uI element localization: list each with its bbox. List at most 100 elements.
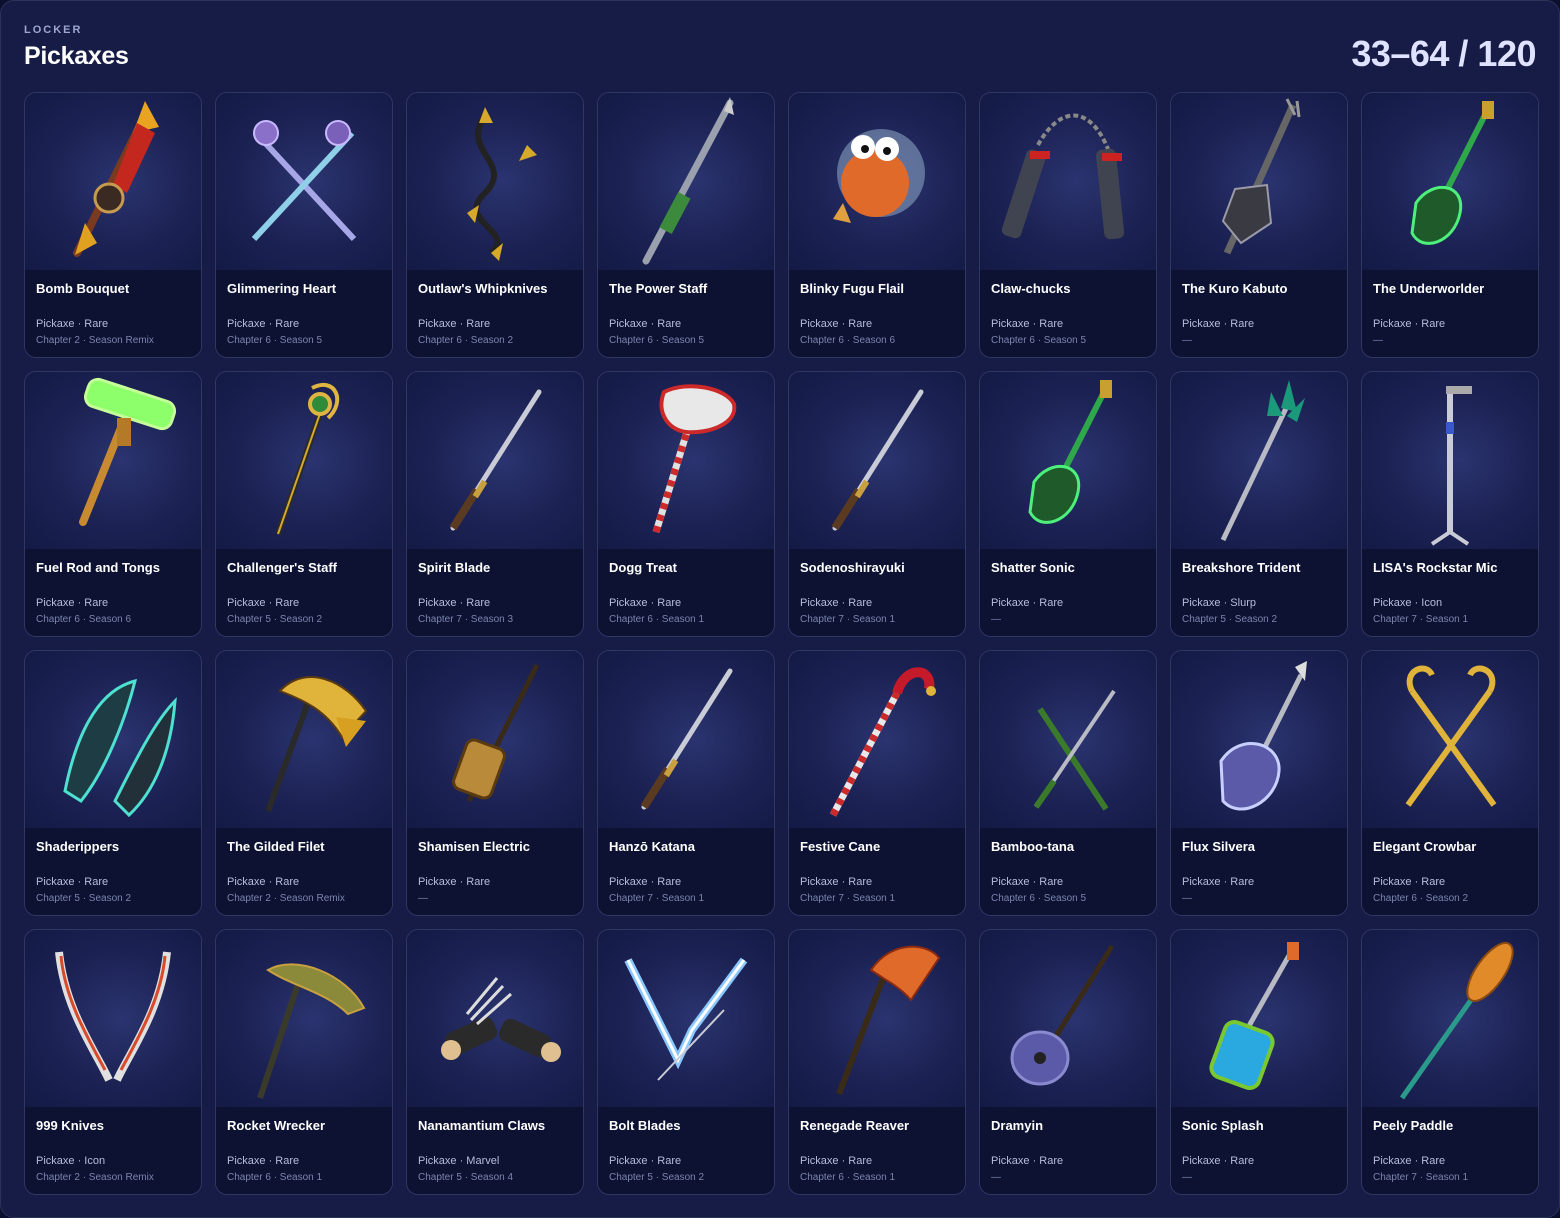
item-chapter: Chapter 7 · Season 1 xyxy=(800,614,896,625)
item-card[interactable]: Shaderippers Pickaxe · Rare Chapter 5 · Se… xyxy=(24,650,202,916)
item-name: Bomb Bouquet xyxy=(36,281,130,296)
item-type: Pickaxe · Icon xyxy=(1373,597,1443,609)
item-chapter: Chapter 2 · Season Remix xyxy=(36,1172,154,1183)
green-guitar-icon xyxy=(1362,93,1538,270)
lightning-blades-icon xyxy=(598,930,774,1107)
item-card[interactable]: Fuel Rod and Tongs Pickaxe · Rare Chapter … xyxy=(24,371,202,637)
mic-stand-icon xyxy=(1362,372,1538,549)
item-card[interactable]: Shatter Sonic Pickaxe · Rare — xyxy=(979,371,1157,637)
rocket-axe-icon xyxy=(216,930,392,1107)
item-type: Pickaxe · Rare xyxy=(36,876,109,888)
item-card[interactable]: Elegant Crowbar Pickaxe · Rare Chapter 6 ·… xyxy=(1361,650,1539,916)
item-type: Pickaxe · Rare xyxy=(991,597,1064,609)
item-info: The Power Staff Pickaxe · Rare Chapter 6 ·… xyxy=(598,270,774,357)
item-chapter: Chapter 7 · Season 1 xyxy=(800,893,896,904)
item-card[interactable]: Bamboo-tana Pickaxe · Rare Chapter 6 · Sea… xyxy=(979,650,1157,916)
item-info: Elegant Crowbar Pickaxe · Rare Chapter 6 ·… xyxy=(1362,828,1538,915)
item-card[interactable]: The Gilded Filet Pickaxe · Rare Chapter 2 … xyxy=(215,650,393,916)
item-name: Shamisen Electric xyxy=(418,839,530,854)
item-card[interactable]: Bomb Bouquet Pickaxe · Rare Chapter 2 · Se… xyxy=(24,92,202,358)
item-card[interactable]: Glimmering Heart Pickaxe · Rare Chapter 6 … xyxy=(215,92,393,358)
item-type: Pickaxe · Rare xyxy=(609,597,682,609)
item-grid: Bomb Bouquet Pickaxe · Rare Chapter 2 · Se… xyxy=(24,92,1539,1195)
item-card[interactable]: The Kuro Kabuto Pickaxe · Rare — xyxy=(1170,92,1348,358)
item-card[interactable]: Sonic Splash Pickaxe · Rare — xyxy=(1170,929,1348,1195)
guitar-icon xyxy=(1171,93,1347,270)
item-card[interactable]: Sodenoshirayuki Pickaxe · Rare Chapter 7 ·… xyxy=(788,371,966,637)
item-card[interactable]: Bolt Blades Pickaxe · Rare Chapter 5 · Sea… xyxy=(597,929,775,1195)
item-info: Flux Silvera Pickaxe · Rare — xyxy=(1171,828,1347,915)
item-info: Peely Paddle Pickaxe · Rare Chapter 7 · Se… xyxy=(1362,1107,1538,1194)
item-card[interactable]: Festive Cane Pickaxe · Rare Chapter 7 · Se… xyxy=(788,650,966,916)
item-info: Fuel Rod and Tongs Pickaxe · Rare Chapter … xyxy=(25,549,201,636)
item-chapter: Chapter 5 · Season 2 xyxy=(227,614,323,625)
item-type: Pickaxe · Icon xyxy=(36,1155,106,1167)
item-name: Sodenoshirayuki xyxy=(800,560,905,575)
item-name: Renegade Reaver xyxy=(800,1118,910,1133)
trident-icon xyxy=(1171,372,1347,549)
item-card[interactable]: Rocket Wrecker Pickaxe · Rare Chapter 6 · … xyxy=(215,929,393,1195)
item-info: 999 Knives Pickaxe · Icon Chapter 2 · Seas… xyxy=(25,1107,201,1194)
item-card[interactable]: Shamisen Electric Pickaxe · Rare — xyxy=(406,650,584,916)
item-card[interactable]: The Power Staff Pickaxe · Rare Chapter 6 ·… xyxy=(597,92,775,358)
item-card[interactable]: Renegade Reaver Pickaxe · Rare Chapter 6 ·… xyxy=(788,929,966,1195)
item-card[interactable]: Breakshore Trident Pickaxe · Slurp Chapter… xyxy=(1170,371,1348,637)
item-card[interactable]: Flux Silvera Pickaxe · Rare — xyxy=(1170,650,1348,916)
item-card[interactable]: Dogg Treat Pickaxe · Rare Chapter 6 · Seas… xyxy=(597,371,775,637)
item-type: Pickaxe · Rare xyxy=(227,597,300,609)
item-type: Pickaxe · Rare xyxy=(418,318,491,330)
item-chapter: Chapter 5 · Season 4 xyxy=(418,1172,514,1183)
item-chapter: — xyxy=(991,614,1001,625)
pufferfish-icon xyxy=(789,93,965,270)
item-name: Glimmering Heart xyxy=(227,281,337,296)
item-chapter: Chapter 6 · Season 5 xyxy=(991,335,1087,346)
item-card[interactable]: Nanamantium Claws Pickaxe · Marvel Chapter… xyxy=(406,929,584,1195)
item-type: Pickaxe · Rare xyxy=(227,876,300,888)
item-type: Pickaxe · Rare xyxy=(1373,876,1446,888)
item-type: Pickaxe · Rare xyxy=(991,1155,1064,1167)
item-info: Bomb Bouquet Pickaxe · Rare Chapter 2 · Se… xyxy=(25,270,201,357)
item-card[interactable]: LISA's Rockstar Mic Pickaxe · Icon Chapter… xyxy=(1361,371,1539,637)
crowbars-icon xyxy=(1362,651,1538,828)
claws-icon xyxy=(407,930,583,1107)
curved-knives-icon xyxy=(25,930,201,1107)
item-info: Claw-chucks Pickaxe · Rare Chapter 6 · Sea… xyxy=(980,270,1156,357)
item-chapter: Chapter 6 · Season 6 xyxy=(36,614,132,625)
gold-staff-icon xyxy=(216,372,392,549)
item-chapter: — xyxy=(1182,335,1192,346)
item-chapter: — xyxy=(991,1172,1001,1183)
item-info: Renegade Reaver Pickaxe · Rare Chapter 6 ·… xyxy=(789,1107,965,1194)
item-card[interactable]: Blinky Fugu Flail Pickaxe · Rare Chapter 6… xyxy=(788,92,966,358)
item-name: LISA's Rockstar Mic xyxy=(1373,560,1498,575)
locker-panel: LOCKER Pickaxes 33–64 / 120 Bomb Bouquet… xyxy=(0,0,1560,1218)
item-info: LISA's Rockstar Mic Pickaxe · Icon Chapter… xyxy=(1362,549,1538,636)
item-card[interactable]: Peely Paddle Pickaxe · Rare Chapter 7 · Se… xyxy=(1361,929,1539,1195)
item-type: Pickaxe · Rare xyxy=(800,876,873,888)
item-card[interactable]: Claw-chucks Pickaxe · Rare Chapter 6 · Sea… xyxy=(979,92,1157,358)
item-card[interactable]: Dramyin Pickaxe · Rare — xyxy=(979,929,1157,1195)
item-chapter: — xyxy=(418,893,428,904)
header: LOCKER Pickaxes 33–64 / 120 xyxy=(24,23,1536,83)
item-type: Pickaxe · Slurp xyxy=(1182,597,1256,609)
item-type: Pickaxe · Rare xyxy=(800,318,873,330)
green-guitar-icon xyxy=(980,372,1156,549)
item-card[interactable]: Outlaw's Whipknives Pickaxe · Rare Chapter… xyxy=(406,92,584,358)
item-chapter: Chapter 7 · Season 3 xyxy=(418,614,514,625)
water-gun-guitar-icon xyxy=(1171,930,1347,1107)
item-info: Dogg Treat Pickaxe · Rare Chapter 6 · Seas… xyxy=(598,549,774,636)
item-info: Bamboo-tana Pickaxe · Rare Chapter 6 · Sea… xyxy=(980,828,1156,915)
item-card[interactable]: Challenger's Staff Pickaxe · Rare Chapter … xyxy=(215,371,393,637)
item-card[interactable]: 999 Knives Pickaxe · Icon Chapter 2 · Seas… xyxy=(24,929,202,1195)
item-chapter: Chapter 2 · Season Remix xyxy=(227,893,345,904)
item-card[interactable]: Spirit Blade Pickaxe · Rare Chapter 7 · Se… xyxy=(406,371,584,637)
item-card[interactable]: Hanzō Katana Pickaxe · Rare Chapter 7 · Se… xyxy=(597,650,775,916)
page-title: Pickaxes xyxy=(24,42,129,70)
section-eyebrow: LOCKER xyxy=(24,24,83,36)
item-info: Rocket Wrecker Pickaxe · Rare Chapter 6 · … xyxy=(216,1107,392,1194)
whip-knives-icon xyxy=(407,93,583,270)
katana-icon xyxy=(407,372,583,549)
item-card[interactable]: The Underworlder Pickaxe · Rare — xyxy=(1361,92,1539,358)
item-type: Pickaxe · Rare xyxy=(1373,318,1446,330)
item-name: Dogg Treat xyxy=(609,560,677,575)
item-name: Bolt Blades xyxy=(609,1118,681,1133)
